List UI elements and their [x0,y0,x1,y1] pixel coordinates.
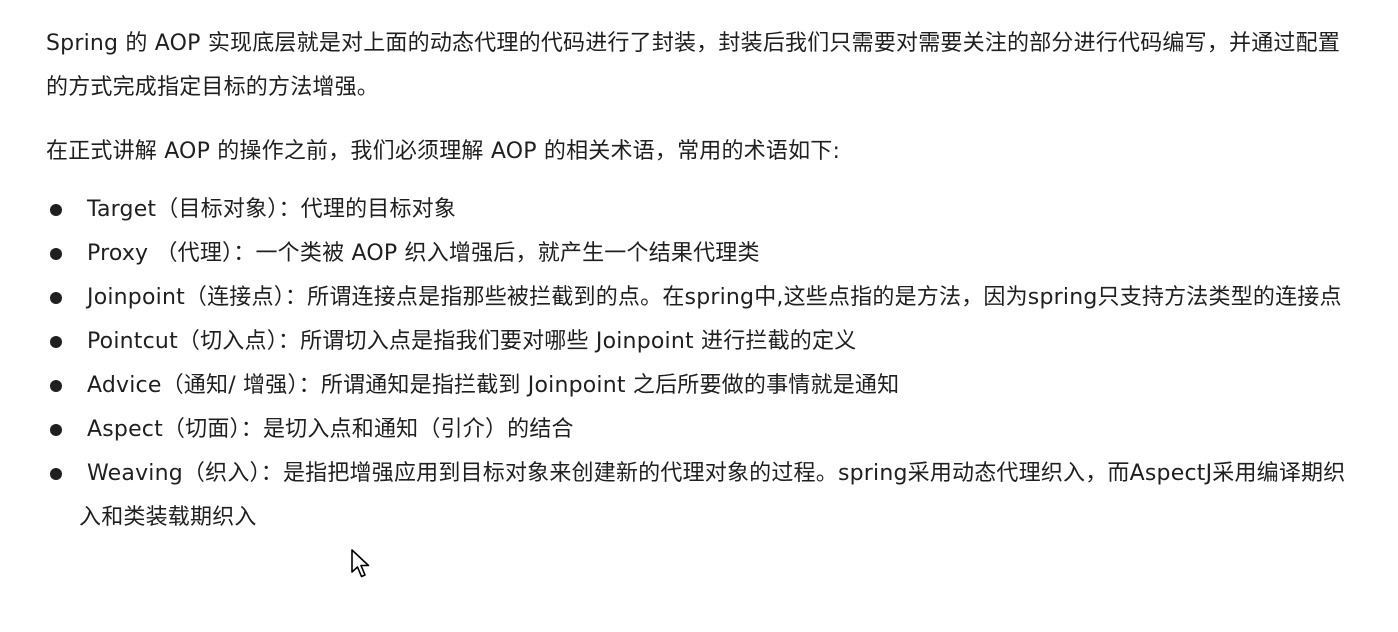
term-name: Weaving（织入） [87,461,261,486]
bullet-icon [50,204,62,216]
list-item: Pointcut（切入点）：所谓切入点是指我们要对哪些 Joinpoint 进行… [46,320,1346,364]
list-item: Weaving（织入）：是指把增强应用到目标对象来创建新的代理对象的过程。spr… [46,452,1346,540]
bullet-icon [50,380,62,392]
term-description: 所谓通知是指拦截到 Joinpoint 之后所要做的事情就是通知 [320,373,900,398]
term-description: 代理的目标对象 [300,197,457,222]
list-item: Proxy （代理）：一个类被 AOP 织入增强后，就产生一个结果代理类 [46,232,1346,276]
bullet-icon [50,248,62,260]
term-name: Target（目标对象） [87,197,279,222]
term-separator: ： [278,197,301,222]
terms-intro-paragraph: 在正式讲解 AOP 的操作之前，我们必须理解 AOP 的相关术语，常用的术语如下… [46,139,841,164]
term-name: Joinpoint（连接点） [87,285,285,310]
document-body: Spring 的 AOP 实现底层就是对上面的动态代理的代码进行了封装，封装后我… [46,22,1346,540]
term-separator: ： [233,241,256,266]
term-description: 所谓连接点是指那些被拦截到的点。在spring中,这些点指的是方法，因为spri… [307,285,1342,310]
term-separator: ： [298,373,321,398]
bullet-icon [50,292,62,304]
bullet-icon [50,424,62,436]
bullet-icon [50,468,62,480]
term-separator: ： [277,329,301,354]
term-separator: ： [284,285,308,310]
term-description: 是切入点和通知（引介）的结合 [262,417,574,442]
term-name: Pointcut（切入点） [87,329,278,354]
list-item: Aspect（切面）：是切入点和通知（引介）的结合 [46,408,1346,452]
terms-list: Target（目标对象）：代理的目标对象 Proxy （代理）：一个类被 AOP… [46,188,1346,540]
term-separator: ： [260,461,283,486]
term-description: 一个类被 AOP 织入增强后，就产生一个结果代理类 [255,241,760,266]
list-item: Target（目标对象）：代理的目标对象 [46,188,1346,232]
term-name: Aspect（切面） [87,417,241,442]
term-name: Proxy （代理） [87,241,234,266]
list-item: Joinpoint（连接点）：所谓连接点是指那些被拦截到的点。在spring中,… [46,276,1346,320]
intro-paragraph: Spring 的 AOP 实现底层就是对上面的动态代理的代码进行了封装，封装后我… [46,31,1341,100]
term-name: Advice（通知/ 增强） [87,373,299,398]
mouse-cursor-icon [351,549,370,578]
list-item: Advice（通知/ 增强）：所谓通知是指拦截到 Joinpoint 之后所要做… [46,364,1346,408]
term-separator: ： [240,417,263,442]
term-description: 所谓切入点是指我们要对哪些 Joinpoint 进行拦截的定义 [300,329,857,354]
bullet-icon [50,336,62,348]
